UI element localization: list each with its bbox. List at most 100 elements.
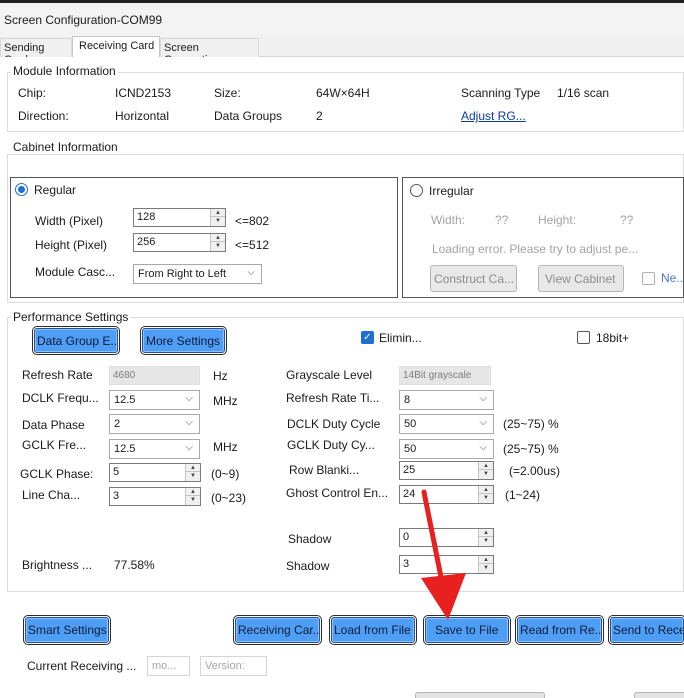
dclk-duty-cycle-select[interactable]: 50 ⌵ — [399, 414, 494, 434]
module-cascade-label: Module Casc... — [35, 265, 116, 279]
irregular-height-label: Height: — [538, 213, 577, 227]
brightness-value: 77.58% — [114, 558, 155, 572]
size-label: Size: — [214, 86, 241, 100]
model-field: mo... — [147, 656, 190, 676]
irregular-width-value: ?? — [495, 213, 509, 227]
refresh-rate-unit: Hz — [213, 369, 228, 383]
gclk-phase-spinbox[interactable]: 5 ▲ ▼ — [109, 463, 201, 482]
spin-up-icon[interactable]: ▲ — [479, 529, 493, 537]
send-to-receiving-button[interactable]: Send to Rece — [608, 615, 684, 645]
chip-label: Chip: — [18, 86, 47, 100]
data-phase-select[interactable]: 2 ⌵ — [109, 414, 200, 434]
spin-down-icon[interactable]: ▼ — [211, 242, 225, 250]
line-change-label: Line Cha... — [22, 488, 81, 502]
chevron-down-icon: ⌵ — [185, 442, 193, 453]
eliminate-checkbox[interactable]: ✓ — [361, 331, 374, 344]
gclk-duty-cycle-range: (25~75) % — [503, 442, 559, 456]
view-cabinet-button[interactable]: View Cabinet — [538, 265, 624, 292]
irregular-label: Irregular — [429, 184, 474, 198]
spin-down-icon[interactable]: ▼ — [479, 494, 493, 502]
regular-label: Regular — [34, 183, 77, 197]
dclk-duty-cycle-label: DCLK Duty Cycle — [287, 417, 381, 431]
width-pixel-label: Width (Pixel) — [35, 214, 104, 228]
shadow-label-1: Shadow — [288, 532, 332, 546]
irregular-radio[interactable] — [410, 184, 423, 197]
refresh-rate-label: Refresh Rate — [22, 368, 93, 382]
spin-down-icon[interactable]: ▼ — [479, 537, 493, 545]
data-group-exchange-button[interactable]: Data Group E... — [32, 326, 120, 355]
dclk-duty-cycle-range: (25~75) % — [503, 417, 559, 431]
line-change-spinbox[interactable]: 3 ▲ ▼ — [109, 487, 201, 506]
window-title: Screen Configuration-COM99 — [4, 13, 163, 27]
spin-up-icon[interactable]: ▲ — [186, 488, 200, 496]
scanning-type-value: 1/16 scan — [557, 86, 610, 100]
row-blanking-hint: (=2.00us) — [509, 464, 561, 478]
spin-down-icon[interactable]: ▼ — [479, 470, 493, 478]
gclk-phase-range: (0~9) — [211, 467, 240, 481]
receiving-card-button[interactable]: Receiving Car... — [233, 615, 322, 645]
chevron-down-icon: ⌵ — [185, 417, 193, 428]
more-settings-button[interactable]: More Settings — [140, 326, 227, 355]
tab-receiving-card[interactable]: Receiving Card — [72, 36, 160, 58]
tab-strip: Sending Card Receiving Card Screen Conne… — [0, 36, 684, 66]
ghost-control-label: Ghost Control En... — [286, 486, 389, 500]
read-from-receiving-button[interactable]: Read from Re... — [515, 615, 604, 645]
cabinet-information-legend: Cabinet Information — [11, 140, 120, 154]
dclk-frequency-label: DCLK Frequ... — [22, 391, 99, 405]
width-pixel-spinbox[interactable]: 128 ▲ ▼ — [133, 208, 226, 227]
gclk-duty-cycle-select[interactable]: 50 ⌵ — [399, 439, 494, 459]
module-information-legend: Module Information — [11, 64, 118, 78]
size-value: 64W×64H — [316, 86, 370, 100]
partial-button-edge — [415, 692, 545, 698]
eliminate-label: Elimin... — [379, 331, 422, 345]
module-cascade-select[interactable]: From Right to Left ⌵ — [133, 264, 262, 284]
row-blanking-spinbox[interactable]: 25 ▲ ▼ — [399, 461, 494, 480]
gclk-frequency-label: GCLK Fre... — [22, 438, 87, 452]
chevron-down-icon: ⌵ — [479, 393, 487, 404]
red-arrow-annotation — [421, 489, 466, 620]
spin-down-icon[interactable]: ▼ — [186, 496, 200, 504]
refresh-rate-times-select[interactable]: 8 ⌵ — [399, 390, 494, 410]
data-groups-label: Data Groups — [214, 109, 283, 123]
brightness-label: Brightness ... — [22, 558, 93, 572]
spin-up-icon[interactable]: ▲ — [211, 234, 225, 242]
smart-settings-button[interactable]: Smart Settings — [23, 615, 111, 645]
spin-up-icon[interactable]: ▲ — [479, 556, 493, 564]
chevron-down-icon: ⌵ — [479, 417, 487, 428]
irregular-height-value: ?? — [620, 213, 634, 227]
spin-down-icon[interactable]: ▼ — [211, 217, 225, 225]
18bit-label: 18bit+ — [596, 331, 630, 345]
line-change-range: (0~23) — [211, 491, 247, 505]
gclk-frequency-unit: MHz — [213, 440, 238, 454]
new-checkbox[interactable] — [642, 272, 655, 285]
scanning-type-label: Scanning Type — [461, 86, 541, 100]
adjust-rg-link[interactable]: Adjust RG... — [461, 109, 526, 123]
dclk-frequency-select[interactable]: 12.5 ⌵ — [109, 390, 200, 410]
height-pixel-spinbox[interactable]: 256 ▲ ▼ — [133, 233, 226, 252]
spin-up-icon[interactable]: ▲ — [479, 462, 493, 470]
chevron-down-icon: ⌵ — [185, 393, 193, 404]
title-bar: Screen Configuration-COM99 — [0, 0, 684, 36]
gclk-phase-label: GCLK Phase: — [20, 467, 94, 481]
chevron-down-icon: ⌵ — [479, 442, 487, 453]
spin-up-icon[interactable]: ▲ — [211, 209, 225, 217]
refresh-rate-times-label: Refresh Rate Ti... — [286, 391, 380, 405]
dclk-frequency-unit: MHz — [213, 394, 238, 408]
performance-settings-legend: Performance Settings — [11, 310, 131, 324]
width-limit: <=802 — [235, 214, 270, 228]
gclk-frequency-select[interactable]: 12.5 ⌵ — [109, 439, 200, 459]
spin-up-icon[interactable]: ▲ — [186, 464, 200, 472]
chevron-down-icon: ⌵ — [247, 267, 255, 278]
construct-cabinet-button[interactable]: Construct Ca... — [430, 265, 517, 292]
tab-screen-connection[interactable]: Screen Connection — [160, 38, 259, 66]
chip-value: ICND2153 — [115, 86, 172, 100]
refresh-rate-field: 4680 — [109, 366, 200, 385]
18bit-checkbox[interactable] — [577, 331, 590, 344]
regular-radio[interactable] — [15, 183, 28, 196]
data-phase-label: Data Phase — [22, 418, 85, 432]
spin-down-icon[interactable]: ▼ — [186, 472, 200, 480]
spin-down-icon[interactable]: ▼ — [479, 564, 493, 572]
tab-sending-card[interactable]: Sending Card — [0, 38, 72, 66]
spin-up-icon[interactable]: ▲ — [479, 486, 493, 494]
version-field: Version: — [200, 656, 267, 676]
